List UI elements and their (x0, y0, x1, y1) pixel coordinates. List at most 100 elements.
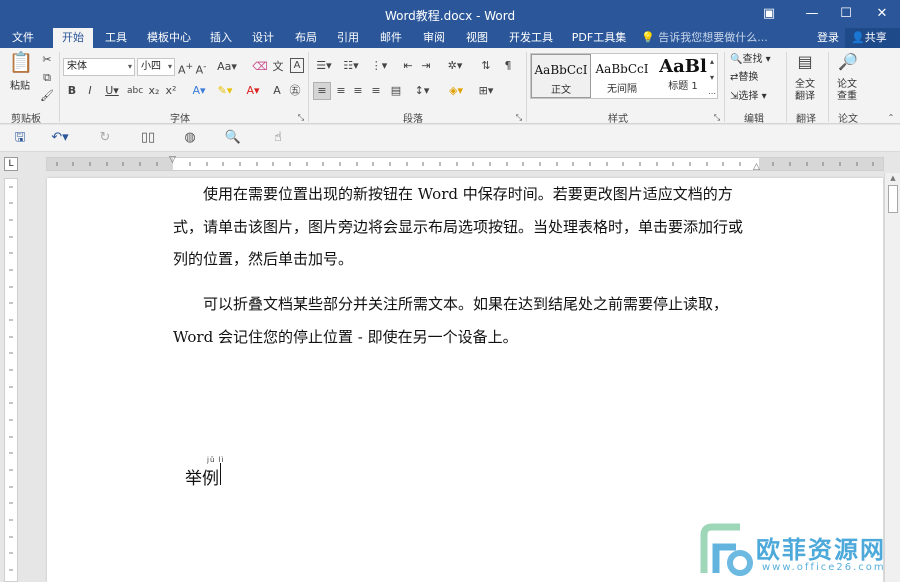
tell-me-box[interactable]: 💡 告诉我您想要做什么... (641, 28, 768, 48)
ruby-word[interactable]: 举例 (185, 464, 219, 489)
font-color-icon[interactable]: A▾ (242, 83, 264, 99)
touch-mode-icon[interactable]: ☝ (268, 129, 288, 147)
paste-icon[interactable]: 📋 (8, 52, 34, 78)
justify-icon[interactable]: ≡ (368, 83, 384, 99)
borders-icon[interactable]: ⊞▾ (474, 83, 498, 99)
redo-icon[interactable]: ↻ (95, 129, 115, 147)
underline-icon[interactable]: U▾ (102, 83, 122, 99)
phonetic-guide-icon[interactable]: 文 (270, 59, 286, 75)
document-paragraph[interactable]: 可以折叠文档某些部分并关注所需文本。如果在达到结尾处之前需要停止读取，Word … (173, 288, 753, 353)
find-button[interactable]: 🔍查找 ▾ (730, 53, 771, 67)
lightbulb-icon: 💡 (641, 31, 655, 44)
vertical-scrollbar[interactable]: ▲ (884, 173, 900, 582)
tab-developer[interactable]: 开发工具 (504, 28, 558, 48)
bold-icon[interactable]: B (66, 83, 78, 99)
style-heading-1[interactable]: AaBl 标题 1 (653, 54, 713, 98)
numbering-icon[interactable]: ☷▾ (340, 58, 362, 74)
paste-button[interactable]: 粘贴 (10, 80, 30, 94)
tab-view[interactable]: 视图 (460, 28, 494, 48)
document-paragraph[interactable]: 使用在需要位置出现的新按钮在 Word 中保存时间。若要更改图片适应文档的方式，… (173, 178, 753, 276)
tab-insert[interactable]: 插入 (204, 28, 238, 48)
scrollbar-thumb[interactable] (888, 185, 898, 213)
distributed-icon[interactable]: ▤ (388, 83, 404, 99)
maximize-icon[interactable]: ☐ (829, 0, 863, 28)
clear-format-icon[interactable]: ⌫ (252, 59, 268, 75)
style-name: 正文 (551, 85, 571, 96)
vertical-ruler[interactable] (4, 178, 18, 582)
tab-mailings[interactable]: 邮件 (374, 28, 408, 48)
document-page[interactable]: 使用在需要位置出现的新按钮在 Word 中保存时间。若要更改图片适应文档的方式，… (47, 178, 883, 582)
dialog-launcher-icon[interactable]: ⤡ (296, 110, 306, 126)
undo-icon[interactable]: ↶▾ (50, 129, 70, 147)
line-spacing-icon[interactable]: ↕▾ (410, 83, 434, 99)
highlight-icon[interactable]: ✎▾ (214, 83, 236, 99)
subscript-icon[interactable]: x₂ (148, 83, 160, 99)
align-center-icon[interactable]: ≡ (333, 83, 349, 99)
minimize-icon[interactable]: — (795, 0, 829, 28)
format-painter-icon[interactable]: 🖌 (40, 88, 54, 104)
tab-template-center[interactable]: 模板中心 (141, 28, 197, 48)
tab-pdf-tools[interactable]: PDF工具集 (568, 28, 630, 48)
bullets-icon[interactable]: ☰▾ (313, 58, 335, 74)
decrease-indent-icon[interactable]: ⇤ (400, 58, 416, 74)
tab-home[interactable]: 开始 (53, 28, 93, 48)
increase-indent-icon[interactable]: ⇥ (418, 58, 434, 74)
close-icon[interactable]: ✕ (865, 0, 899, 28)
tab-selector-icon[interactable]: L (4, 157, 18, 171)
font-size-select[interactable]: 小四 ▾ (137, 58, 175, 76)
print-preview-icon[interactable]: 🔍 (223, 129, 243, 147)
shading-icon[interactable]: ◈▾ (444, 83, 468, 99)
group-separator (59, 52, 60, 122)
multilevel-list-icon[interactable]: ⋮▾ (368, 58, 390, 74)
share-button[interactable]: 👤共享 (845, 28, 900, 48)
font-name-select[interactable]: 宋体 ▾ (63, 58, 135, 76)
strikethrough-icon[interactable]: abc (127, 83, 143, 99)
login-link[interactable]: 登录 (817, 28, 839, 48)
indent-marker-icon[interactable]: ▽ (169, 155, 176, 165)
scroll-up-arrow-icon[interactable]: ▲ (885, 173, 900, 184)
text-effects-icon[interactable]: A▾ (188, 83, 210, 99)
horizontal-ruler[interactable]: ▽ △ (46, 155, 884, 172)
paper-check-icon[interactable]: 🔎 (836, 54, 860, 76)
right-indent-marker-icon[interactable]: △ (753, 162, 760, 172)
show-marks-icon[interactable]: ¶ (500, 58, 516, 74)
dialog-launcher-icon[interactable]: ⤡ (712, 110, 722, 126)
tab-file[interactable]: 文件 (4, 28, 42, 48)
shrink-font-icon[interactable]: A- (194, 59, 208, 79)
style-normal[interactable]: AaBbCcI 正文 (531, 54, 591, 98)
collapse-ribbon-icon[interactable]: ⌃ (886, 110, 896, 126)
paper-check-label-2[interactable]: 查重 (837, 90, 857, 104)
scroll-up-icon[interactable]: ▴ (706, 54, 718, 70)
search-icon: 🔍 (730, 54, 743, 65)
character-shading-icon[interactable]: A (270, 83, 284, 99)
scroll-down-icon[interactable]: ▾ (706, 70, 718, 86)
translate-icon[interactable]: ▤ (793, 54, 817, 76)
tab-tools[interactable]: 工具 (99, 28, 133, 48)
web-layout-icon[interactable]: ◍ (180, 129, 200, 147)
sort-icon[interactable]: ⇅ (478, 58, 494, 74)
grow-font-icon[interactable]: A+ (178, 59, 193, 79)
more-styles-icon[interactable]: ⋯ (706, 86, 718, 102)
select-button[interactable]: ⇲选择 ▾ (730, 90, 767, 104)
asian-layout-icon[interactable]: ✲▾ (442, 58, 468, 74)
italic-icon[interactable]: I (84, 83, 96, 99)
full-translate-label-2[interactable]: 翻译 (795, 90, 815, 104)
tab-layout[interactable]: 布局 (289, 28, 323, 48)
save-icon[interactable]: 🖫 (10, 129, 30, 147)
ribbon-display-options-icon[interactable]: ▣ (752, 0, 786, 28)
enclose-characters-icon[interactable]: ㊄ (288, 83, 302, 99)
change-case-icon[interactable]: Aa▾ (216, 59, 238, 75)
align-left-icon[interactable]: ≡ (313, 82, 331, 100)
dialog-launcher-icon[interactable]: ⤡ (514, 110, 524, 126)
tab-references[interactable]: 引用 (331, 28, 365, 48)
align-right-icon[interactable]: ≡ (350, 83, 366, 99)
copy-icon[interactable]: ⧉ (40, 70, 54, 86)
tab-review[interactable]: 审阅 (417, 28, 451, 48)
reading-mode-icon[interactable]: ▯▯ (138, 129, 158, 147)
superscript-icon[interactable]: x² (165, 83, 177, 99)
tab-design[interactable]: 设计 (246, 28, 280, 48)
replace-button[interactable]: ⇄替换 (730, 71, 758, 85)
cut-icon[interactable]: ✂ (40, 52, 54, 68)
character-border-icon[interactable]: A (290, 58, 304, 73)
style-no-spacing[interactable]: AaBbCcI 无间隔 (592, 54, 652, 98)
